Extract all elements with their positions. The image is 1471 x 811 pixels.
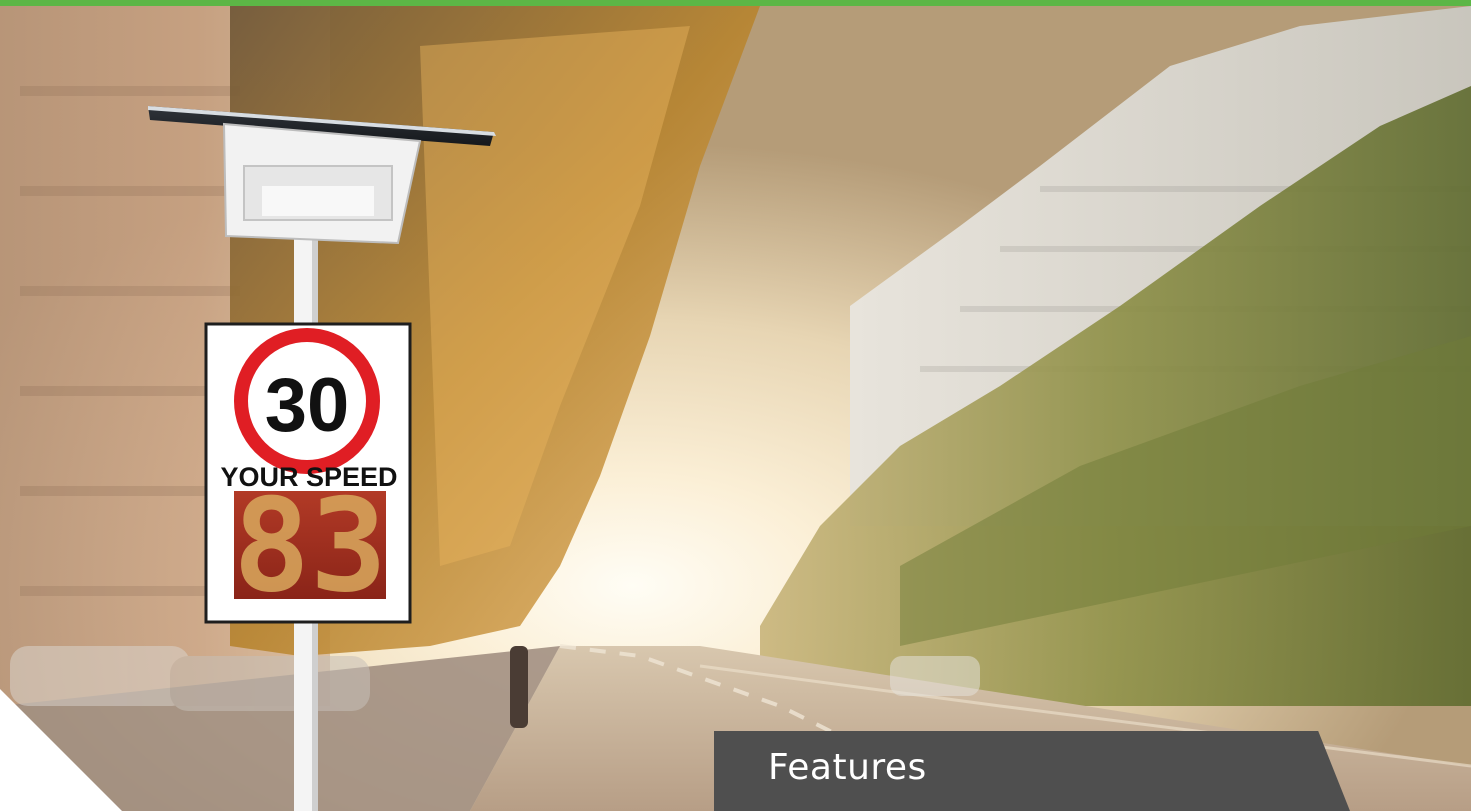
speed-limit-number: 30 <box>265 363 350 448</box>
speed-sign: 30 YOUR SPEED 83 <box>204 322 412 624</box>
features-tab[interactable]: Features <box>714 731 1350 811</box>
corner-triangle <box>0 689 122 811</box>
led-speed-display: 83 <box>233 472 387 621</box>
street-photo: 30 YOUR SPEED 83 <box>0 6 1471 811</box>
features-heading: Features <box>768 747 927 788</box>
hero-banner: 30 YOUR SPEED 83 Features <box>0 0 1471 811</box>
